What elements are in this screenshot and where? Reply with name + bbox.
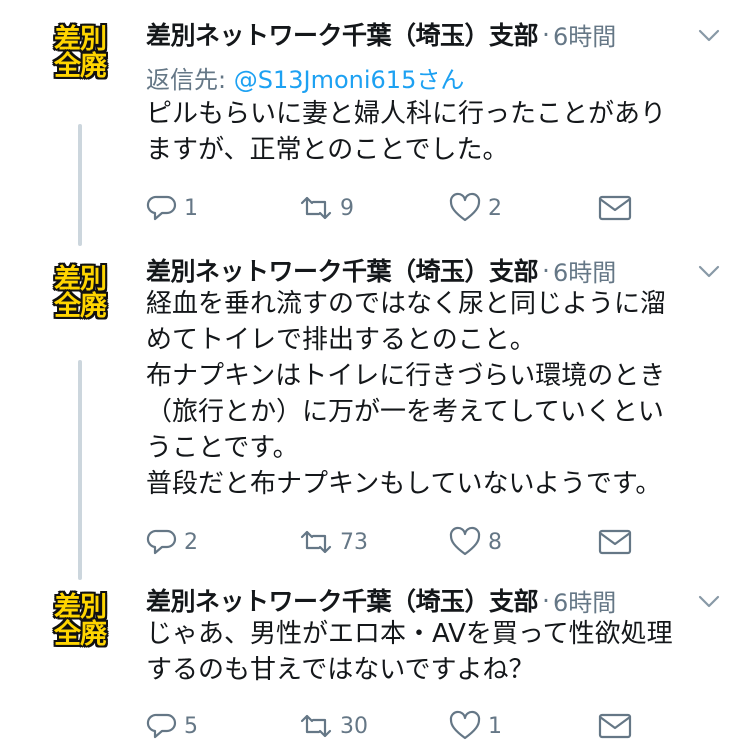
- retweet-button[interactable]: 30: [298, 706, 368, 746]
- timestamp[interactable]: 6時間: [553, 253, 616, 288]
- tweet[interactable]: 差別 全廃 差別ネットワーク千葉（埼玉）支部 · 6時間 経血を垂れ流すのではな…: [0, 250, 750, 570]
- retweet-count: 9: [340, 195, 354, 221]
- like-icon: [449, 710, 481, 740]
- retweet-count: 30: [340, 713, 368, 739]
- tweet-text-line: ピルもらいに妻と婦人科に行ったことがあり: [146, 99, 667, 129]
- avatar-text-line1: 差別: [54, 592, 107, 623]
- reply-count: 5: [184, 713, 198, 739]
- direct-message-button[interactable]: [598, 522, 632, 562]
- reply-icon: [146, 529, 177, 555]
- tweet-text-line: うことです。: [146, 433, 299, 463]
- retweet-icon: [300, 714, 332, 738]
- avatar[interactable]: 差別 全廃: [44, 20, 116, 86]
- reply-count: 2: [184, 529, 198, 555]
- like-button[interactable]: 1: [448, 706, 502, 746]
- display-name[interactable]: 差別ネットワーク千葉（埼玉）支部: [146, 252, 539, 288]
- avatar[interactable]: 差別 全廃: [44, 588, 116, 654]
- avatar-text-line2: 全廃: [54, 291, 107, 322]
- retweet-button[interactable]: 73: [298, 522, 368, 562]
- like-count: 2: [488, 195, 502, 221]
- timestamp[interactable]: 6時間: [553, 583, 616, 618]
- like-button[interactable]: 2: [448, 188, 502, 228]
- chevron-down-icon[interactable]: [694, 18, 724, 54]
- avatar[interactable]: 差別 全廃: [44, 260, 116, 326]
- avatar-text-line1: 差別: [54, 24, 107, 55]
- message-icon: [598, 529, 632, 555]
- like-icon: [449, 526, 481, 556]
- tweet-text-line: するのも甘えではないですよね？: [146, 655, 535, 685]
- retweet-count: 73: [340, 529, 368, 555]
- tweet-text-line: じゃあ、男性がエロ本・AVを買って性欲処理: [146, 619, 673, 649]
- avatar-text-line1: 差別: [54, 264, 107, 295]
- like-count: 1: [488, 713, 502, 739]
- tweet-text: ピルもらいに妻と婦人科に行ったことがあり ますが、正常とのことでした。: [146, 96, 716, 168]
- reply-button[interactable]: 5: [146, 706, 198, 746]
- like-count: 8: [488, 529, 502, 555]
- chevron-down-icon[interactable]: [694, 254, 724, 290]
- tweet-text: じゃあ、男性がエロ本・AVを買って性欲処理 するのも甘えではないですよね？: [146, 616, 716, 688]
- tweet-text-line: ますが、正常とのことでした。: [146, 135, 509, 165]
- reply-count: 1: [184, 195, 198, 221]
- reply-to: 返信先: @S13Jmoni615さん: [146, 60, 464, 95]
- retweet-icon: [300, 530, 332, 554]
- retweet-icon: [300, 196, 332, 220]
- reply-button[interactable]: 2: [146, 522, 198, 562]
- action-bar: 2 73 8: [146, 522, 646, 562]
- display-name[interactable]: 差別ネットワーク千葉（埼玉）支部: [146, 582, 539, 618]
- tweet-text-line: 布ナプキンはトイレに行きづらい環境のとき: [146, 361, 666, 391]
- reply-icon: [146, 713, 177, 739]
- chevron-down-icon[interactable]: [694, 584, 724, 620]
- reply-to-label: 返信先:: [146, 66, 227, 94]
- tweet-text-line: 経血を垂れ流すのではなく尿と同じように溜: [146, 289, 667, 319]
- avatar-text-line2: 全廃: [54, 619, 107, 650]
- reply-button[interactable]: 1: [146, 188, 198, 228]
- tweet[interactable]: 差別 全廃 差別ネットワーク千葉（埼玉）支部 · 6時間 返信先: @S13Jm…: [0, 0, 750, 250]
- timestamp[interactable]: 6時間: [553, 17, 616, 52]
- direct-message-button[interactable]: [598, 706, 632, 746]
- tweet-text: 経血を垂れ流すのではなく尿と同じように溜 めてトイレで排出するとのこと。 布ナプ…: [146, 286, 716, 502]
- action-bar: 1 9 2: [146, 188, 646, 228]
- reply-to-handle[interactable]: @S13Jmoni615さん: [234, 66, 465, 94]
- message-icon: [598, 713, 632, 739]
- like-button[interactable]: 8: [448, 522, 502, 562]
- display-name[interactable]: 差別ネットワーク千葉（埼玉）支部: [146, 16, 539, 52]
- avatar-text-line2: 全廃: [54, 51, 107, 82]
- reply-icon: [146, 195, 177, 221]
- retweet-button[interactable]: 9: [298, 188, 354, 228]
- tweet[interactable]: 差別 全廃 差別ネットワーク千葉（埼玉）支部 · 6時間 じゃあ、男性がエロ本・…: [0, 582, 750, 756]
- tweet-text-line: 普段だと布ナプキンもしていないようです。: [146, 469, 662, 499]
- tweet-text-line: めてトイレで排出するとのこと。: [146, 325, 536, 355]
- like-icon: [449, 192, 481, 222]
- message-icon: [598, 195, 632, 221]
- direct-message-button[interactable]: [598, 188, 632, 228]
- action-bar: 5 30 1: [146, 706, 646, 746]
- tweet-text-line: （旅行とか）に万が一を考えてしていくとい: [146, 397, 664, 427]
